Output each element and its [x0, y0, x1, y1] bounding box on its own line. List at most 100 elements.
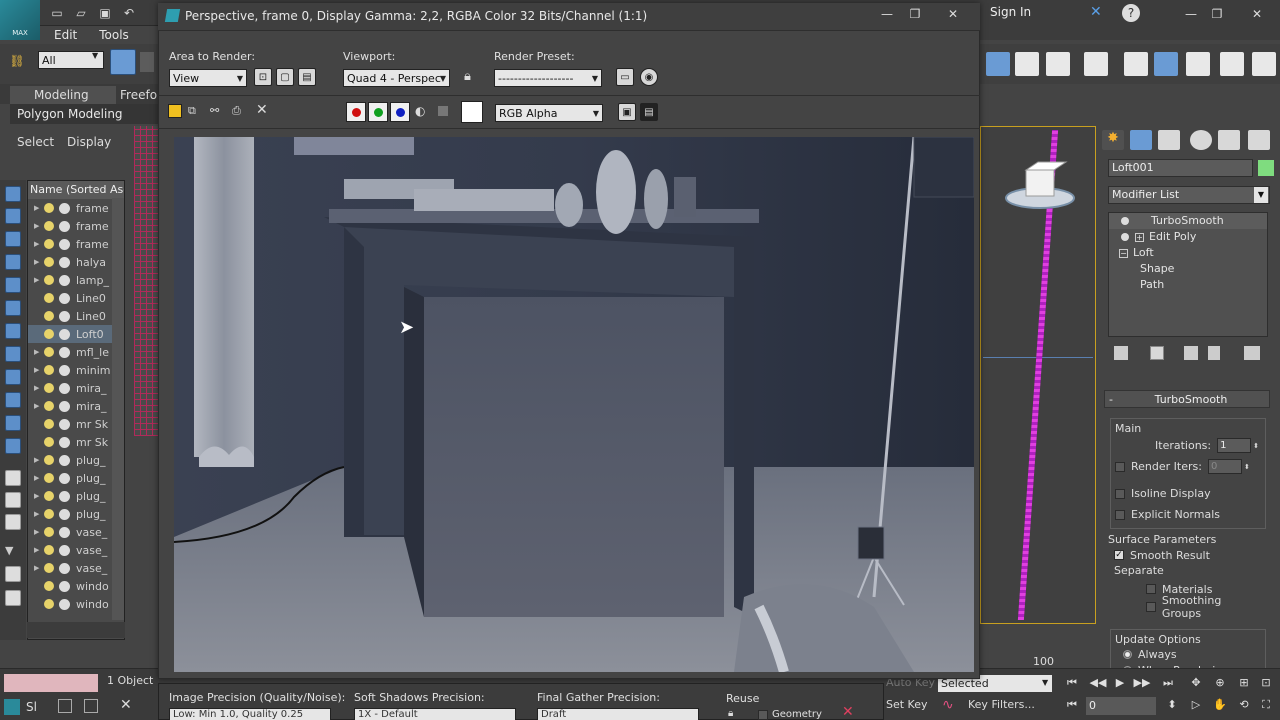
zoom-extents-icon[interactable]: ⊡	[1256, 676, 1276, 692]
expand-arrow-icon[interactable]: ▶	[34, 510, 44, 518]
task-restore-icon[interactable]	[84, 699, 98, 713]
zoom-icon[interactable]: ⊕	[1210, 676, 1230, 692]
remove-modifier-icon[interactable]	[1208, 346, 1220, 360]
new-file-icon[interactable]: ▭	[48, 4, 66, 22]
expand-arrow-icon[interactable]: ▶	[34, 384, 44, 392]
expand-arrow-icon[interactable]: ▶	[34, 258, 44, 266]
visibility-bulb-icon[interactable]	[44, 257, 54, 267]
zoom-all-icon[interactable]: ⊞	[1234, 676, 1254, 692]
lock-icon[interactable]: 🔒︎	[728, 708, 740, 720]
render-setup-icon[interactable]	[1124, 52, 1148, 76]
display-lights-icon[interactable]	[5, 231, 21, 247]
render-iters-spinner[interactable]: 0	[1207, 459, 1242, 474]
graph-editor-icon[interactable]	[1046, 52, 1070, 76]
motion-tab-icon[interactable]	[1190, 130, 1212, 150]
set-key-button[interactable]: Set Key	[886, 698, 936, 714]
object-color-swatch[interactable]	[1258, 160, 1274, 176]
display-cameras-icon[interactable]	[5, 254, 21, 270]
toggle-ui-overlay-icon[interactable]: ▣	[618, 103, 636, 121]
auto-region-icon[interactable]: ▢	[276, 68, 294, 86]
expand-arrow-icon[interactable]: ▶	[34, 276, 44, 284]
expand-icon[interactable]: +	[1135, 232, 1144, 242]
menu-tools[interactable]: Tools	[99, 28, 129, 42]
clear-icon[interactable]: ✕	[256, 102, 270, 118]
image-precision-slider[interactable]: Low: Min 1.0, Quality 0.25	[169, 708, 331, 720]
list-item[interactable]: ▶ frame	[28, 235, 124, 253]
close-icon[interactable]: ✕	[1244, 6, 1270, 22]
app-icon[interactable]	[4, 699, 20, 715]
select-by-name-button[interactable]	[140, 52, 154, 72]
viewcube-icon[interactable]	[1004, 160, 1076, 212]
display-groups-icon[interactable]	[5, 323, 21, 339]
list-item[interactable]: ▶ plug_	[28, 469, 124, 487]
soft-shadows-dropdown[interactable]: 1X - Default	[354, 708, 516, 720]
modifier-list-dropdown[interactable]: Modifier List	[1108, 186, 1270, 204]
list-item[interactable]: ▶ mfl_le	[28, 343, 124, 361]
display-geometry-icon[interactable]	[5, 186, 21, 202]
viewport-dropdown[interactable]: Quad 4 - Perspec ▼	[343, 69, 450, 87]
area-to-render-dropdown[interactable]: View ▼	[169, 69, 247, 87]
utilities-tab-icon[interactable]	[1248, 130, 1270, 150]
visibility-bulb-icon[interactable]	[44, 455, 54, 465]
rollout-title[interactable]: - TurboSmooth	[1104, 390, 1270, 408]
list-item[interactable]: ▶ mira_	[28, 379, 124, 397]
list-item[interactable]: ▶ vase_	[28, 559, 124, 577]
undo-icon[interactable]: ↶	[120, 4, 138, 22]
minimize-icon[interactable]: —	[874, 6, 900, 22]
name-column-header[interactable]: Name (Sorted Ascer	[28, 181, 124, 199]
expand-arrow-icon[interactable]: ▶	[34, 474, 44, 482]
show-end-result-icon[interactable]	[1150, 346, 1164, 360]
list-item[interactable]: ▶ plug_	[28, 487, 124, 505]
print-icon[interactable]: ⎙	[232, 104, 248, 118]
visibility-bulb-icon[interactable]	[44, 293, 54, 303]
configure-modifier-sets-icon[interactable]	[1244, 346, 1260, 360]
visibility-bulb-icon[interactable]	[44, 221, 54, 231]
stack-item-shape[interactable]: Shape	[1109, 261, 1267, 277]
visibility-bulb-icon[interactable]	[44, 239, 54, 249]
scene-list-hscrollbar[interactable]	[27, 622, 125, 638]
geometry-checkbox[interactable]	[758, 710, 768, 720]
help-icon[interactable]: ?	[1122, 4, 1140, 22]
menu-edit[interactable]: Edit	[54, 28, 77, 42]
task-min-icon[interactable]	[58, 699, 72, 713]
list-item[interactable]: Loft0	[28, 325, 124, 343]
display-xrefs-icon[interactable]	[5, 346, 21, 362]
collapse-icon[interactable]: −	[1119, 248, 1128, 258]
smooth-result-checkbox[interactable]: ✓	[1114, 550, 1124, 560]
display-tab-icon[interactable]	[1218, 130, 1240, 150]
list-item[interactable]: ▶ frame	[28, 217, 124, 235]
isoline-display-checkbox[interactable]	[1115, 488, 1125, 499]
expand-arrow-icon[interactable]: ▶	[34, 204, 44, 212]
visibility-bulb-icon[interactable]	[44, 581, 54, 591]
visibility-bulb-icon[interactable]	[44, 491, 54, 501]
display-none-icon[interactable]	[5, 492, 21, 508]
copy-image-icon[interactable]: ⧉	[188, 104, 204, 118]
expand-arrow-icon[interactable]: ▶	[34, 564, 44, 572]
visibility-bulb-icon[interactable]	[44, 437, 54, 447]
orbit-icon[interactable]: ⬍	[1162, 698, 1182, 714]
material-editor-icon[interactable]	[1084, 52, 1108, 76]
open-file-icon[interactable]: ▱	[72, 4, 90, 22]
key-curve-icon[interactable]: ∿	[942, 697, 954, 713]
expand-arrow-icon[interactable]: ▶	[34, 366, 44, 374]
render-production-icon[interactable]	[1186, 52, 1210, 76]
spinner-arrows-icon[interactable]: ⬍	[1244, 463, 1250, 471]
sign-in-link[interactable]: Sign In	[990, 5, 1031, 19]
hierarchy-tab-icon[interactable]	[1158, 130, 1180, 150]
visibility-bulb-icon[interactable]	[44, 419, 54, 429]
render-setup-icon[interactable]: ▤	[298, 68, 316, 86]
visibility-bulb-icon[interactable]	[44, 527, 54, 537]
green-channel-button[interactable]	[368, 102, 388, 122]
list-item[interactable]: ▶ frame	[28, 199, 124, 217]
visibility-bulb-icon[interactable]	[44, 365, 54, 375]
display-helpers-icon[interactable]	[5, 277, 21, 293]
taskbar-label[interactable]: Sl	[26, 700, 37, 714]
scene-explorer-icon[interactable]	[1015, 52, 1039, 76]
visibility-bulb-icon[interactable]	[44, 203, 54, 213]
list-item[interactable]: ▶ vase_	[28, 523, 124, 541]
list-item[interactable]: Line0	[28, 289, 124, 307]
pin-stack-icon[interactable]	[1114, 346, 1128, 360]
blue-channel-button[interactable]	[390, 102, 410, 122]
visibility-bulb-icon[interactable]	[44, 275, 54, 285]
clone-window-icon[interactable]: ⚯	[210, 104, 228, 118]
